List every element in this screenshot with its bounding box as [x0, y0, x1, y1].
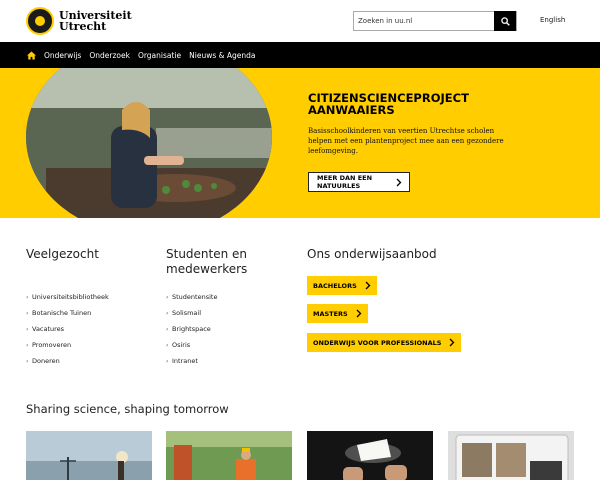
- link-osiris[interactable]: › Osiris: [166, 337, 217, 353]
- main-nav: Onderwijs Onderzoek Organisatie Nieuws &…: [0, 42, 600, 68]
- story-thumbnail-2[interactable]: [166, 431, 292, 480]
- chevron-right-icon: [450, 338, 455, 347]
- story-thumbnail-1[interactable]: [26, 431, 152, 480]
- sun-seal-icon: [26, 7, 54, 35]
- university-logo[interactable]: Universiteit Utrecht: [26, 7, 132, 35]
- home-icon: [26, 50, 36, 60]
- hero-cta-button[interactable]: MEER DAN EEN NATUURLES: [308, 172, 410, 192]
- search-input[interactable]: [354, 12, 494, 30]
- search-button[interactable]: [494, 11, 516, 31]
- bachelors-button[interactable]: BACHELORS: [307, 276, 377, 295]
- search-icon: [500, 16, 510, 26]
- nav-item-onderwijs[interactable]: Onderwijs: [44, 51, 81, 60]
- hero-description: Basisschoolkinderen van veertien Utrecht…: [308, 127, 504, 155]
- section-title: Sharing science, shaping tomorrow: [26, 402, 229, 416]
- education-heading: Ons onderwijsaanbod: [307, 247, 437, 261]
- nav-item-onderzoek[interactable]: Onderzoek: [89, 51, 130, 60]
- chevron-right-icon: [365, 281, 371, 290]
- professionals-button[interactable]: ONDERWIJS VOOR PROFESSIONALS: [307, 333, 462, 352]
- staff-links: › Studentensite › Solismail › Brightspace ›…: [166, 289, 217, 369]
- link-studentensite[interactable]: › Studentensite: [166, 289, 217, 305]
- site-header: Universiteit Utrecht English: [0, 0, 600, 42]
- logo-wordmark: Universiteit Utrecht: [59, 9, 132, 33]
- story-thumbnail-4[interactable]: [448, 431, 574, 480]
- link-doneren[interactable]: › Doneren: [26, 353, 109, 369]
- chevron-right-icon: [396, 178, 402, 187]
- masters-button[interactable]: MASTERS: [307, 304, 368, 323]
- hero-title: CITIZENSCIENCEPROJECT AANWAAIERS: [308, 91, 469, 117]
- link-botanische-tuinen[interactable]: › Botanische Tuinen: [26, 305, 109, 321]
- link-promoveren[interactable]: › Promoveren: [26, 337, 109, 353]
- language-switch[interactable]: English: [540, 16, 565, 24]
- story-thumbnail-3[interactable]: [307, 431, 433, 480]
- link-solismail[interactable]: › Solismail: [166, 305, 217, 321]
- hero-photo: [26, 68, 272, 218]
- popular-links: › Universiteitsbibliotheek › Botanische Tu…: [26, 289, 109, 369]
- link-universiteitsbibliotheek[interactable]: › Universiteitsbibliotheek: [26, 289, 109, 305]
- link-brightspace[interactable]: › Brightspace: [166, 321, 217, 337]
- link-intranet[interactable]: › Intranet: [166, 353, 217, 369]
- search-box: [353, 11, 517, 31]
- chevron-right-icon: [356, 309, 362, 318]
- nav-item-organisatie[interactable]: Organisatie: [138, 51, 181, 60]
- link-vacatures[interactable]: › Vacatures: [26, 321, 109, 337]
- home-link[interactable]: [26, 50, 36, 60]
- staff-heading: Studenten en medewerkers: [166, 247, 248, 276]
- popular-heading: Veelgezocht: [26, 247, 99, 261]
- nav-item-nieuws-agenda[interactable]: Nieuws & Agenda: [189, 51, 255, 60]
- hero-banner: CITIZENSCIENCEPROJECT AANWAAIERS Basissc…: [0, 68, 600, 218]
